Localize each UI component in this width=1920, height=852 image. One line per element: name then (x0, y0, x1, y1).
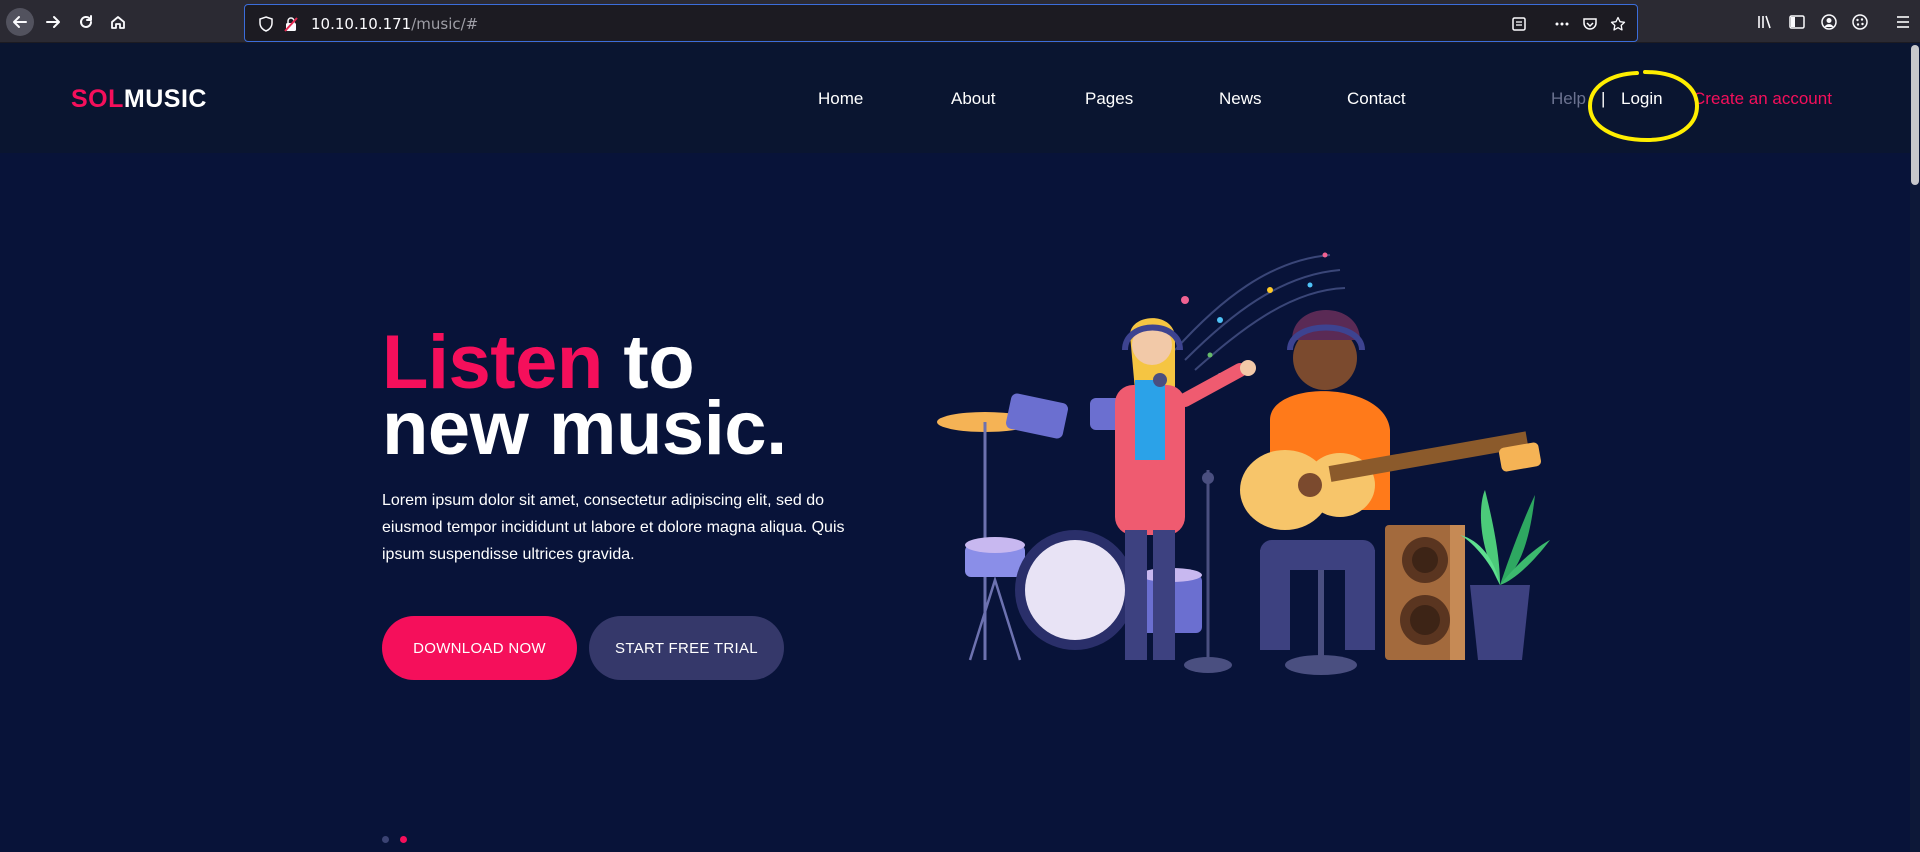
slider-dot-2-active[interactable] (400, 836, 407, 843)
nav-home[interactable]: Home (818, 89, 863, 109)
create-account-link[interactable]: Create an account (1693, 89, 1832, 109)
site-header: SOLMUSIC Home About Pages News Contact H… (0, 43, 1910, 153)
url-path: /music/# (411, 15, 479, 33)
page-scrollbar[interactable] (1910, 43, 1920, 852)
forward-arrow-icon (46, 16, 60, 28)
help-link[interactable]: Help (1551, 89, 1586, 109)
bookmark-star-icon[interactable] (1610, 16, 1626, 32)
forward-button[interactable] (40, 9, 66, 35)
nav-news[interactable]: News (1219, 89, 1262, 109)
nav-separator: | (1601, 89, 1606, 108)
library-icon[interactable] (1756, 13, 1774, 31)
url-host: 10.10.10.171 (311, 15, 412, 33)
reload-icon (80, 15, 92, 28)
hero-description: Lorem ipsum dolor sit amet, consectetur … (382, 492, 845, 563)
reload-button[interactable] (73, 9, 99, 35)
url-bar[interactable]: 10.10.10.171/music/# (244, 4, 1638, 42)
download-now-button[interactable]: DOWNLOAD NOW (382, 616, 577, 680)
home-icon (111, 16, 125, 29)
nav-contact[interactable]: Contact (1347, 89, 1406, 109)
plant (1460, 490, 1550, 660)
scrollbar-thumb[interactable] (1911, 45, 1919, 185)
back-arrow-icon (13, 16, 27, 28)
hero-title-line2: new music. (382, 386, 787, 471)
pocket-icon[interactable] (1582, 16, 1598, 32)
extension-icon[interactable] (1851, 13, 1869, 31)
nav-pages[interactable]: Pages (1085, 89, 1133, 109)
insecure-lock-icon[interactable] (283, 16, 299, 32)
site-logo[interactable]: SOLMUSIC (71, 85, 207, 114)
account-icon[interactable] (1820, 13, 1838, 31)
home-button[interactable] (105, 9, 131, 35)
reader-view-icon[interactable] (1511, 16, 1527, 32)
login-link[interactable]: Login (1621, 89, 1663, 109)
sidebar-icon[interactable] (1788, 13, 1806, 31)
back-button[interactable] (6, 8, 34, 36)
menu-icon[interactable] (1894, 13, 1912, 31)
nav-about[interactable]: About (951, 89, 995, 109)
musicians-illustration (937, 252, 1550, 675)
logo-main-text: MUSIC (123, 85, 207, 113)
more-icon[interactable] (1554, 16, 1570, 32)
hero-title: Listen to new music. (382, 325, 787, 467)
url-text[interactable]: 10.10.10.171/music/# (311, 15, 478, 33)
slider-dot-1[interactable] (382, 836, 389, 843)
start-free-trial-button[interactable]: START FREE TRIAL (589, 616, 784, 680)
speaker-cabinet (1385, 525, 1465, 660)
browser-toolbar: 10.10.10.171/music/# (0, 0, 1920, 43)
shield-icon[interactable] (258, 16, 274, 32)
logo-accent-text: SOL (71, 85, 124, 113)
